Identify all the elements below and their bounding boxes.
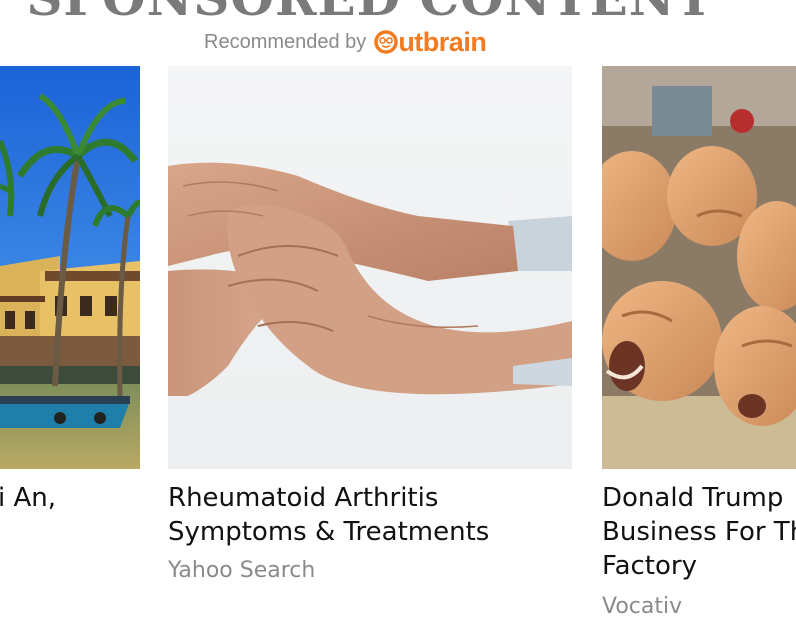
card-source: Yahoo Search [168,558,316,583]
outbrain-face-icon [374,30,399,54]
title-line: i An, [0,483,57,513]
card-title[interactable]: i An, [0,481,56,515]
title-line: Symptoms & Treatments [168,517,490,547]
recommendation-card[interactable]: Rheumatoid Arthritis Symptoms & Treatmen… [168,66,572,626]
outbrain-logo[interactable]: utbrain [374,27,487,57]
card-thumbnail[interactable] [168,66,572,469]
trump-masks-photo [602,66,796,469]
title-line: Rheumatoid Arthritis [168,483,439,513]
title-line: Donald Trump [602,483,784,513]
outbrain-wordmark: utbrain [398,27,487,57]
card-source: Vocativ [602,594,683,619]
sponsored-heading: SPONSORED CONTENT [0,0,740,24]
recommendation-card[interactable]: i An, [0,66,140,626]
recommended-by[interactable]: Recommended by utbrain [204,27,487,57]
holding-hands-photo [168,66,572,469]
title-line: Business For Th [602,517,796,547]
recommendation-card[interactable]: Donald Trump Business For Th Factory Voc… [602,66,796,626]
title-line: Factory [602,551,697,581]
card-title[interactable]: Donald Trump Business For Th Factory [602,481,796,583]
card-title[interactable]: Rheumatoid Arthritis Symptoms & Treatmen… [168,481,489,549]
beach-palm-town-photo [0,66,140,469]
card-thumbnail[interactable] [0,66,140,469]
card-thumbnail[interactable] [602,66,796,469]
recommended-label: Recommended by [204,30,367,53]
